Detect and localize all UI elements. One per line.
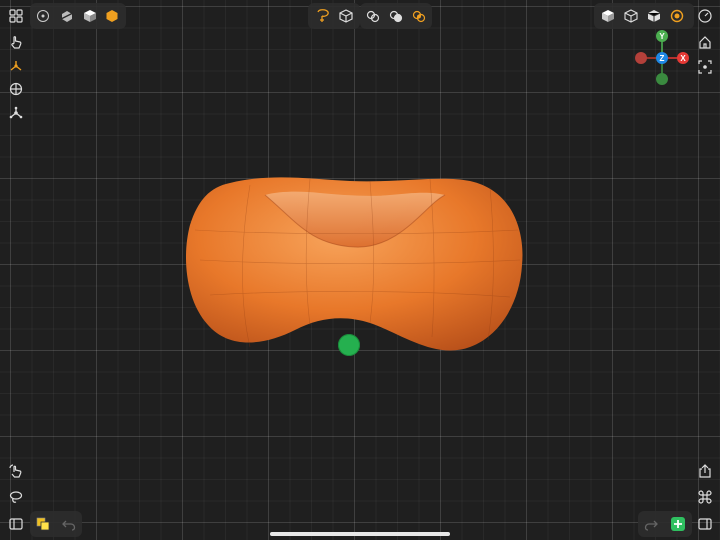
object-mode-button[interactable]: [101, 5, 123, 27]
home-icon: [699, 36, 711, 49]
shaded-view-button[interactable]: [597, 5, 619, 27]
cube-solid-button[interactable]: [79, 5, 101, 27]
material-sphere-icon: [670, 9, 684, 23]
wireframe-sphere-button[interactable]: [32, 5, 54, 27]
hand-touch-icon: [11, 36, 22, 49]
cube-slice-button[interactable]: [56, 5, 78, 27]
neg-x-axis-dot[interactable]: [635, 52, 647, 64]
hexagon-orange-icon: [106, 10, 118, 22]
svg-text:Y: Y: [659, 32, 665, 41]
home-indicator: [270, 532, 450, 536]
svg-text:X: X: [680, 54, 686, 63]
boolean-subtract-icon: [389, 10, 403, 23]
redo-icon: [644, 520, 658, 531]
3d-viewport[interactable]: Y X Z: [0, 0, 720, 540]
undo-icon: [62, 520, 76, 531]
grid-menu-icon: [9, 9, 23, 23]
home-view-button[interactable]: [694, 31, 716, 53]
hand-select-icon: [9, 464, 22, 478]
transform-gizmo-button[interactable]: [5, 55, 27, 77]
add-object-button[interactable]: [667, 513, 689, 535]
cube-slice-icon: [60, 11, 74, 22]
right-sidebar-icon: [698, 518, 712, 530]
boolean-intersect-icon: [412, 10, 426, 23]
color-swatch-icon: [36, 517, 50, 531]
snap-icon: [9, 106, 23, 119]
right-sidebar-button[interactable]: [694, 513, 716, 535]
lasso-button[interactable]: [5, 486, 27, 508]
x-axis-handle[interactable]: X: [677, 52, 689, 64]
boolean-union-button[interactable]: [362, 5, 384, 27]
wire-view-button[interactable]: [620, 5, 642, 27]
frame-selection-icon: [698, 60, 712, 74]
sphere-wireframe-icon: [37, 10, 49, 22]
boolean-intersect-button[interactable]: [408, 5, 430, 27]
pivot-icon: [9, 82, 23, 96]
speedometer-icon: [698, 9, 712, 23]
snap-button[interactable]: [5, 102, 27, 124]
boolean-union-icon: [366, 10, 380, 23]
undo-button[interactable]: [58, 513, 80, 535]
flat-view-button[interactable]: [643, 5, 665, 27]
transform-gizmo-icon: [10, 61, 22, 71]
move-handle[interactable]: [338, 334, 360, 356]
svg-text:Z: Z: [660, 54, 665, 63]
share-button[interactable]: [694, 460, 716, 482]
cube-outline-icon: [339, 9, 353, 23]
color-swatch-button[interactable]: [32, 513, 54, 535]
z-axis-handle[interactable]: Z: [656, 52, 668, 64]
grid-menu-button[interactable]: [5, 5, 27, 27]
touch-navigate-button[interactable]: [5, 31, 27, 53]
performance-button[interactable]: [694, 5, 716, 27]
lasso-icon: [9, 491, 23, 503]
y-axis-handle[interactable]: Y: [656, 30, 668, 42]
lasso-select-button[interactable]: [312, 5, 334, 27]
cube-flat-icon: [647, 10, 661, 22]
neg-y-axis-dot[interactable]: [656, 73, 668, 85]
cube-solid-icon: [84, 10, 96, 22]
lasso-select-icon: [317, 9, 329, 22]
hand-select-button[interactable]: [5, 460, 27, 482]
pivot-button[interactable]: [5, 78, 27, 100]
axis-gizmo[interactable]: Y X Z: [630, 28, 694, 88]
left-sidebar-button[interactable]: [5, 513, 27, 535]
sidebar-icon: [9, 518, 23, 530]
cube-outline-button[interactable]: [335, 5, 357, 27]
add-object-icon: [671, 517, 685, 531]
redo-button[interactable]: [640, 513, 662, 535]
command-icon: [698, 490, 712, 504]
frame-selection-button[interactable]: [694, 56, 716, 78]
command-button[interactable]: [694, 486, 716, 508]
cube-shaded-icon: [602, 10, 614, 22]
boolean-subtract-button[interactable]: [385, 5, 407, 27]
cube-wire-icon: [624, 9, 638, 23]
share-icon: [699, 464, 711, 478]
material-view-button[interactable]: [666, 5, 688, 27]
